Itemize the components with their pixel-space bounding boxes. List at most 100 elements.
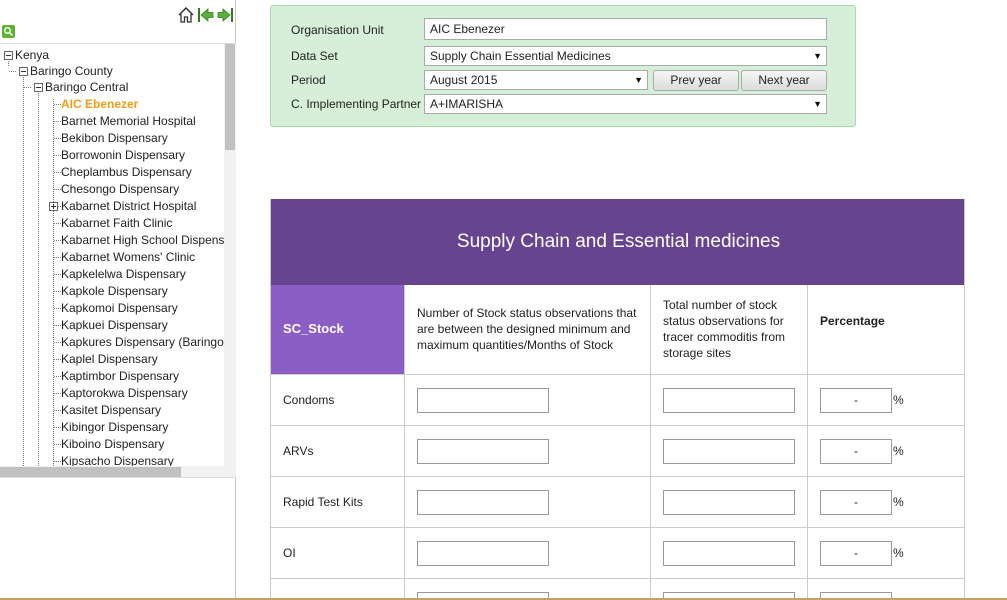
tree-node-facility[interactable]: Borrowonin Dispensary [61, 147, 185, 164]
row-label-cell: OI [271, 528, 405, 579]
tree-node-facility[interactable]: Kiboino Dispensary [61, 436, 164, 453]
total-observations-input[interactable] [663, 541, 795, 566]
collapse-subcounty-toggle[interactable] [34, 83, 43, 92]
row-label: ARVs [283, 444, 314, 458]
home-icon[interactable] [178, 7, 194, 23]
tree-horizontal-scrollbar[interactable] [0, 466, 236, 478]
observations-in-range-input[interactable] [417, 388, 549, 413]
org-unit-tree-panel: Kenya Baringo County Baringo Central AIC… [0, 0, 236, 600]
partner-value: A+IMARISHA [430, 97, 504, 111]
percent-symbol: % [893, 393, 904, 407]
search-icon [4, 27, 14, 37]
observations-in-range-cell [405, 426, 651, 477]
row-label-cell: Condoms [271, 375, 405, 426]
observations-in-range-cell [405, 579, 651, 600]
period-label: Period [291, 73, 326, 87]
percentage-field: - [820, 541, 892, 566]
column-header-percentage: Percentage [820, 314, 885, 328]
tree-node-facility[interactable]: Chesongo Dispensary [61, 181, 179, 198]
observations-in-range-input[interactable] [417, 490, 549, 515]
period-select[interactable]: August 2015 ▼ [424, 70, 648, 90]
tree-node-facility[interactable]: Cheplambus Dispensary [61, 164, 192, 181]
tree-node-facility[interactable]: Kaptimbor Dispensary [61, 368, 179, 385]
observations-in-range-cell [405, 375, 651, 426]
total-observations-input[interactable] [663, 490, 795, 515]
tree-node-facility[interactable]: Kaptorokwa Dispensary [61, 385, 188, 402]
tree-node-facility[interactable]: Kapkole Dispensary [61, 283, 168, 300]
partner-select[interactable]: A+IMARISHA ▼ [424, 94, 827, 114]
tree-node-facility[interactable]: Bekibon Dispensary [61, 130, 168, 147]
tree-node-facility[interactable]: Kaplel Dispensary [61, 351, 158, 368]
percentage-cell: -% [808, 426, 964, 477]
expand-facility-toggle[interactable] [49, 202, 58, 211]
tree-node-facility[interactable]: Kasitet Dispensary [61, 402, 161, 419]
collapse-county-toggle[interactable] [19, 67, 28, 76]
percentage-cell: -% [808, 528, 964, 579]
column-header-total-observations: Total number of stock status observation… [663, 298, 786, 360]
dropdown-arrow-icon: ▼ [634, 75, 643, 85]
tree-toolbar [0, 0, 236, 44]
percentage-cell: -% [808, 375, 964, 426]
row-label-cell: Rapid Test Kits [271, 477, 405, 528]
tree-vertical-scrollbar[interactable] [224, 44, 236, 466]
total-observations-input[interactable] [663, 439, 795, 464]
percent-symbol: % [893, 495, 904, 509]
arrow-right-icon[interactable] [217, 7, 233, 23]
total-observations-input[interactable] [663, 388, 795, 413]
percentage-field: - [820, 388, 892, 413]
percent-symbol: % [893, 444, 904, 458]
row-label: OI [283, 546, 296, 560]
org-unit-tree: Kenya Baringo County Baringo Central AIC… [0, 44, 224, 466]
tree-node-facility[interactable]: Kipsacho Dispensary [61, 453, 174, 466]
total-observations-cell [651, 528, 808, 579]
percentage-field: - [820, 490, 892, 515]
tree-node-baringo-county[interactable]: Baringo County [30, 63, 113, 80]
prev-year-button[interactable]: Prev year [653, 70, 739, 91]
total-observations-cell [651, 579, 808, 600]
tree-node-facility[interactable]: Kabarnet Womens' Clinic [61, 249, 195, 266]
tree-node-facility[interactable]: Kibingor Dispensary [61, 419, 168, 436]
tree-node-facility[interactable]: Kapkomoi Dispensary [61, 300, 178, 317]
dataset-select[interactable]: Supply Chain Essential Medicines ▼ [424, 46, 827, 66]
column-header-cell: Total number of stock status observation… [651, 285, 808, 375]
observations-in-range-input[interactable] [417, 541, 549, 566]
percentage-cell: -% [808, 477, 964, 528]
next-year-button[interactable]: Next year [741, 70, 827, 91]
tree-node-facility[interactable]: AIC Ebenezer [61, 96, 138, 113]
tree-node-facility[interactable]: Kapkelelwa Dispensary [61, 266, 186, 283]
form-title: Supply Chain and Essential medicines [271, 199, 964, 285]
tree-node-facility[interactable]: Kabarnet Faith Clinic [61, 215, 172, 232]
collapse-kenya-toggle[interactable] [4, 51, 13, 60]
org-unit-label: Organisation Unit [291, 23, 384, 37]
section-header: SC_Stock [283, 321, 344, 336]
tree-scroll-area[interactable]: Kenya Baringo County Baringo Central AIC… [0, 44, 236, 466]
percent-symbol: % [893, 546, 904, 560]
period-value: August 2015 [430, 73, 498, 87]
org-unit-field[interactable]: AIC Ebenezer [424, 18, 827, 40]
tree-node-baringo-central[interactable]: Baringo Central [45, 79, 128, 96]
row-label-cell: ARVs [271, 426, 405, 477]
tree-node-facility[interactable]: Kabarnet District Hospital [61, 198, 196, 215]
total-observations-cell [651, 477, 808, 528]
filter-panel: Organisation Unit AIC Ebenezer Data Set … [270, 5, 856, 127]
tree-node-kenya[interactable]: Kenya [15, 47, 49, 64]
row-label-cell [271, 579, 405, 600]
column-header-observations-in-range: Number of Stock status observations that… [417, 306, 637, 352]
dataset-value: Supply Chain Essential Medicines [430, 49, 611, 63]
dropdown-arrow-icon: ▼ [813, 51, 822, 61]
tree-vertical-scroll-thumb[interactable] [225, 44, 235, 150]
tree-node-facility[interactable]: Kapkuei Dispensary [61, 317, 168, 334]
data-entry-form: Supply Chain and Essential medicines SC_… [270, 199, 965, 600]
dataset-label: Data Set [291, 49, 338, 63]
arrow-left-icon[interactable] [198, 7, 214, 23]
observations-in-range-input[interactable] [417, 439, 549, 464]
tree-horizontal-scroll-thumb[interactable] [0, 467, 181, 477]
tree-node-facility[interactable]: Kapkures Dispensary (Baringo [61, 334, 224, 351]
dropdown-arrow-icon: ▼ [813, 99, 822, 109]
tree-node-facility[interactable]: Kabarnet High School Dispens [61, 232, 224, 249]
tree-search-button[interactable] [2, 25, 15, 38]
tree-node-facility[interactable]: Barnet Memorial Hospital [61, 113, 196, 130]
observations-in-range-cell [405, 528, 651, 579]
section-header-cell: SC_Stock [271, 285, 405, 375]
column-header-cell: Percentage [808, 285, 964, 375]
